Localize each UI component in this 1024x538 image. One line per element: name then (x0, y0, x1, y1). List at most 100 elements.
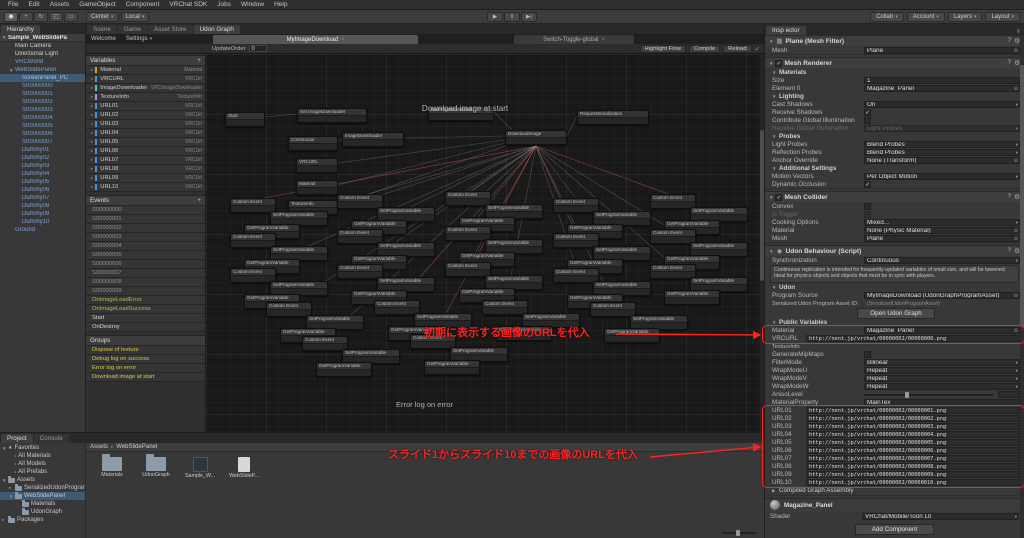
hierarchy-item[interactable]: S00000002 (0, 98, 85, 106)
help-icon[interactable]: ? (1007, 247, 1011, 255)
object-field[interactable]: MyImageDownload (UdonGraphProgramAsset) (864, 292, 1020, 299)
favorites-header[interactable]: ▼ Favorites (0, 444, 85, 452)
variable-item[interactable]: Material Material (86, 66, 205, 75)
dropdown[interactable]: On (864, 101, 1020, 108)
hierarchy-item[interactable]: VRCWorld (0, 58, 85, 66)
hierarchy-item[interactable]: S00000007 (0, 138, 85, 146)
menu-item[interactable]: Assets (45, 1, 75, 8)
graph-node[interactable]: Start (225, 112, 265, 127)
help-icon[interactable]: ? (1007, 193, 1011, 201)
hierarchy-item[interactable]: S00000001 (0, 90, 85, 98)
variables-header[interactable]: Variables (86, 55, 205, 66)
hierarchy-item[interactable]: Dummy10 (0, 218, 85, 226)
event-item[interactable]: S00000000 (86, 206, 205, 215)
url-field[interactable]: http://nent.jp/vrchat/00000002/00000010.… (806, 479, 1020, 486)
hierarchy-item[interactable]: Dummy04 (0, 170, 85, 178)
mesh-renderer-header[interactable]: Mesh Renderer ?⚙ (765, 57, 1024, 68)
menu-item[interactable]: Edit (23, 1, 44, 8)
update-order-input[interactable]: 0 (249, 45, 267, 52)
help-icon[interactable]: ? (1007, 59, 1011, 67)
checkbox[interactable] (864, 203, 871, 210)
event-item[interactable]: S00000005 (86, 251, 205, 260)
open-udon-graph-button[interactable]: Open Udon Graph (857, 308, 934, 319)
enabled-checkbox[interactable] (775, 60, 782, 67)
space-toggle-button[interactable]: Local (121, 12, 150, 22)
hierarchy-item[interactable]: Dummy09 (0, 210, 85, 218)
field-value[interactable]: MainTex (864, 399, 1020, 406)
graph-node[interactable]: Custom Event (302, 336, 348, 351)
dropdown[interactable]: Continuous (864, 257, 1020, 264)
graph-node[interactable]: Custom Event (482, 300, 528, 315)
layers-button[interactable]: Layers (948, 12, 983, 22)
hierarchy-item[interactable]: ▼ WebSlidePanel (0, 66, 85, 74)
material-preview-header[interactable]: Magazine_Panel (765, 498, 1024, 512)
menu-item[interactable]: Help (269, 1, 292, 8)
mesh-filter-header[interactable]: ▦ Plane (Mesh Filter) ?⚙ (765, 35, 1024, 46)
dropdown[interactable]: Per Object Motion (864, 173, 1020, 180)
event-item[interactable]: OnImageLoadSuccess (86, 305, 205, 314)
add-component-button[interactable]: Add Component (855, 524, 935, 535)
welcome-button[interactable]: Welcome (86, 35, 121, 44)
foldout-icon[interactable]: ▶ (772, 488, 779, 494)
scale-tool-icon[interactable]: ◰ (49, 12, 63, 22)
tab-scene[interactable]: Scene (87, 25, 117, 34)
hierarchy-item[interactable]: S00000000 (0, 82, 85, 90)
hierarchy-item[interactable]: Dummy07 (0, 194, 85, 202)
group-item[interactable]: Error log on error (86, 364, 205, 373)
menu-item[interactable]: Component (121, 1, 165, 8)
group-item[interactable]: Dispose of texture (86, 346, 205, 355)
hierarchy-item[interactable]: Main Camera (0, 42, 85, 50)
graph-node[interactable]: GetProgramVariable (316, 362, 372, 377)
close-icon[interactable]: × (341, 37, 345, 43)
graph-node[interactable]: Custom Event (650, 229, 696, 244)
graph-node[interactable]: Custom Event (650, 264, 696, 279)
menu-item[interactable]: Jobs (212, 1, 236, 8)
icon-size-slider[interactable] (722, 532, 756, 534)
dropdown[interactable]: Repeat (864, 383, 1020, 390)
menu-item[interactable]: File (3, 1, 23, 8)
tab-game[interactable]: Game (118, 25, 147, 34)
graph-tab[interactable]: MyImageDownload × (213, 35, 418, 44)
event-item[interactable]: S00000006 (86, 260, 205, 269)
collab-button[interactable]: Collab (870, 12, 904, 22)
variable-item[interactable]: URL09 VRCUrl (86, 174, 205, 183)
breadcrumb-assets[interactable]: Assets (90, 444, 108, 450)
variable-item[interactable]: URL06 VRCUrl (86, 147, 205, 156)
event-item[interactable]: S00000008 (86, 278, 205, 287)
graph-node[interactable]: Custom Event (553, 233, 599, 248)
hierarchy-item[interactable]: S00000005 (0, 122, 85, 130)
project-asset[interactable]: WebSlideP... (226, 457, 262, 479)
foldout-icon[interactable] (769, 38, 773, 45)
help-icon[interactable]: ? (1007, 37, 1011, 45)
add-event-button[interactable] (197, 197, 201, 204)
hierarchy-item[interactable]: ▼ Sample_WebSlidePa (0, 34, 85, 42)
hierarchy-item[interactable]: Directional Light (0, 50, 85, 58)
menu-item[interactable]: Window (236, 1, 269, 8)
rect-tool-icon[interactable]: ▭ (64, 12, 78, 22)
menu-item[interactable]: VRChat SDK (164, 1, 212, 8)
graph-toolbar-button[interactable]: Highlight Flow (640, 45, 686, 53)
checkbox[interactable] (864, 351, 871, 358)
hierarchy-item[interactable]: Dummy03 (0, 162, 85, 170)
close-icon[interactable]: × (602, 37, 606, 43)
dropdown[interactable]: Bilinear (864, 359, 1020, 366)
graph-node[interactable]: Custom Event (266, 302, 312, 317)
url-field[interactable]: http://nent.jp/vrchat/00000002/00000007.… (806, 455, 1020, 462)
object-field[interactable]: None (Transform) (864, 157, 1020, 164)
variable-item[interactable]: URL07 VRCUrl (86, 156, 205, 165)
object-field[interactable]: Plane (864, 235, 1020, 242)
foldout-icon[interactable] (769, 248, 773, 255)
graph-node[interactable]: VRCURL (296, 158, 338, 173)
events-header[interactable]: Events (86, 195, 205, 206)
url-field[interactable]: http://nent.jp/vrchat/00000002/00000008.… (806, 463, 1020, 470)
foldout-icon[interactable]: ▼ (772, 166, 779, 171)
url-field[interactable]: http://nent.jp/vrchat/00000002/00000002.… (806, 415, 1020, 422)
foldout-icon[interactable]: ▼ (772, 70, 779, 75)
breadcrumb-folder[interactable]: WebSlidePanel (116, 444, 157, 450)
graph-toolbar-button[interactable]: Reload (723, 45, 751, 53)
hierarchy-item[interactable]: Dummy02 (0, 154, 85, 162)
move-tool-icon[interactable]: + (19, 12, 33, 22)
graph-node[interactable]: DownloadImage (505, 130, 567, 145)
variable-item[interactable]: URL08 VRCUrl (86, 165, 205, 174)
variable-item[interactable]: URL03 VRCUrl (86, 120, 205, 129)
